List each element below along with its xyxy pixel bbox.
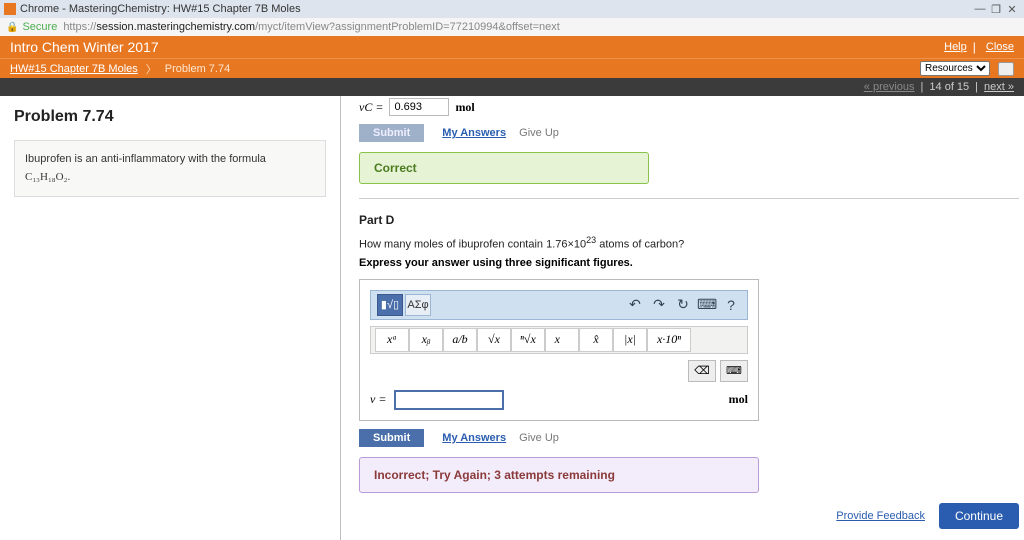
template-eq-icon[interactable]: ▮√▯ [377,294,403,316]
problem-body: νC = mol Submit My Answers Give Up Corre… [341,96,1024,540]
part-c-my-answers[interactable]: My Answers [442,127,506,139]
breadcrumb: HW#15 Chapter 7B Moles 〉 Problem 7.74 Re… [0,58,1024,78]
part-c-give-up[interactable]: Give Up [519,127,559,139]
problem-nav: « previous | 14 of 15 | next » [0,78,1024,96]
url-text: https://session.masteringchemistry.com/m… [63,21,559,33]
problem-position: 14 of 15 [929,81,969,93]
part-d-submit-button[interactable]: Submit [359,429,424,447]
window-title: Chrome - MasteringChemistry: HW#15 Chapt… [20,3,301,15]
fraction-button[interactable]: a/b [443,328,477,352]
eq-toolbar-math: xᵃ xᵦ a/b √x ⁿ√x x⃗ x̂ |x| x·10ⁿ [370,326,748,354]
abs-button[interactable]: |x| [613,328,647,352]
continue-button[interactable]: Continue [939,503,1019,529]
vector-button[interactable]: x⃗ [545,328,579,352]
lock-icon: 🔒 [6,22,18,33]
sqrt-button[interactable]: √x [477,328,511,352]
eq-toolbar-main: ▮√▯ ΑΣφ ↶ ↷ ↻ ⌨ ? [370,290,748,320]
resources-dropdown[interactable]: Resources [920,61,990,76]
breadcrumb-assignment[interactable]: HW#15 Chapter 7B Moles [10,63,138,75]
prev-problem[interactable]: « previous [864,81,915,93]
correct-feedback: Correct [359,152,649,184]
footer-actions: Provide Feedback Continue [359,503,1019,529]
nthroot-button[interactable]: ⁿ√x [511,328,545,352]
part-d-my-answers[interactable]: My Answers [442,432,506,444]
course-header: Intro Chem Winter 2017 Help | Close [0,36,1024,58]
close-window-button[interactable]: ✕ [1004,3,1020,16]
problem-description: Ibuprofen is an anti-inflammatory with t… [14,140,326,197]
print-icon[interactable] [998,62,1014,76]
problem-heading: Problem 7.74 [14,108,326,126]
answer-variable: ν = [370,392,386,407]
greek-keyboard-button[interactable]: ΑΣφ [405,294,431,316]
course-title: Intro Chem Winter 2017 [10,39,159,55]
keyboard-icon[interactable]: ⌨ [697,296,717,313]
backspace-icon[interactable]: ⌫ [688,360,716,382]
part-c-input[interactable] [389,98,449,116]
part-c-submit-button[interactable]: Submit [359,124,424,142]
app-icon [4,3,16,15]
section-divider [359,198,1019,199]
secure-label: Secure [22,21,57,33]
close-link[interactable]: Close [986,41,1014,53]
maximize-button[interactable]: ❐ [988,3,1004,16]
part-d-instruction: Express your answer using three signific… [359,257,1006,269]
part-d-title: Part D [359,213,1006,227]
part-c-answer: νC = mol [359,98,1006,116]
keyboard2-icon[interactable]: ⌨ [720,360,748,382]
minimize-button[interactable]: — [972,3,988,15]
part-d-answer-input[interactable] [394,390,504,410]
part-d-question: How many moles of ibuprofen contain 1.76… [359,235,1006,251]
help-link[interactable]: Help [944,41,967,53]
hat-button[interactable]: x̂ [579,328,613,352]
part-d-give-up[interactable]: Give Up [519,432,559,444]
reset-icon[interactable]: ↻ [673,296,693,313]
undo-icon[interactable]: ↶ [625,296,645,313]
sci-notation-button[interactable]: x·10ⁿ [647,328,691,352]
answer-unit: mol [729,392,748,407]
provide-feedback-link[interactable]: Provide Feedback [836,510,925,522]
equation-editor: ▮√▯ ΑΣφ ↶ ↷ ↻ ⌨ ? xᵃ xᵦ a/b √x ⁿ√x x⃗ x̂… [359,279,759,421]
window-titlebar: Chrome - MasteringChemistry: HW#15 Chapt… [0,0,1024,18]
subscript-button[interactable]: xᵦ [409,328,443,352]
redo-icon[interactable]: ↷ [649,296,669,313]
address-bar[interactable]: 🔒 Secure https://session.masteringchemis… [0,18,1024,36]
breadcrumb-problem: Problem 7.74 [165,63,230,75]
incorrect-feedback: Incorrect; Try Again; 3 attempts remaini… [359,457,759,493]
help-icon[interactable]: ? [721,297,741,313]
next-problem[interactable]: next » [984,81,1014,93]
superscript-button[interactable]: xᵃ [375,328,409,352]
problem-sidebar: Problem 7.74 Ibuprofen is an anti-inflam… [0,96,340,540]
